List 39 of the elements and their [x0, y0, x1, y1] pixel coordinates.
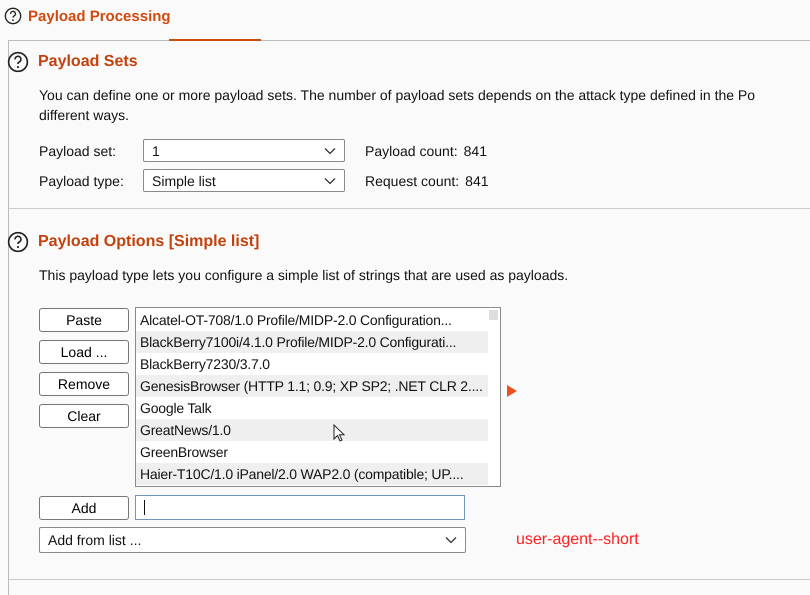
- payload-list-item[interactable]: Haier-T10C/1.0 iPanel/2.0 WAP2.0 (compatible; UP....: [136, 463, 488, 485]
- mouse-cursor-icon: [333, 424, 345, 442]
- payload-list-item[interactable]: BlackBerry7230/3.7.0: [136, 353, 488, 375]
- field-label: Payload count:: [365, 142, 458, 158]
- expand-arrow-icon[interactable]: [507, 385, 517, 397]
- field-label: Payload type:: [39, 172, 125, 188]
- section-title: Payload Sets: [38, 53, 138, 71]
- payload-list-item[interactable]: GreenBrowser: [136, 441, 488, 463]
- list-action-button[interactable]: Load ...: [39, 340, 129, 364]
- payload-type-dropdown[interactable]: Simple list: [143, 169, 345, 192]
- payload-list-item[interactable]: BlackBerry7100i/4.1.0 Profile/MIDP-2.0 Configurati...: [136, 331, 488, 353]
- add-button[interactable]: Add: [39, 496, 129, 520]
- chevron-down-icon: [445, 536, 457, 544]
- help-icon[interactable]: [7, 51, 29, 73]
- payload-set-dropdown[interactable]: 1: [143, 139, 345, 162]
- chevron-down-icon: [324, 146, 336, 154]
- section-title: Payload Options [Simple list]: [38, 233, 260, 251]
- list-action-button[interactable]: Remove: [39, 372, 129, 396]
- help-icon[interactable]: [7, 231, 29, 253]
- chevron-down-icon: [324, 176, 336, 184]
- description-text: different ways.: [39, 106, 130, 125]
- help-icon[interactable]: [4, 7, 22, 25]
- list-action-button[interactable]: Paste: [39, 308, 129, 332]
- annotation-text: user-agent--short: [516, 531, 639, 549]
- list-action-button[interactable]: Clear: [39, 404, 129, 428]
- field-label: Request count:: [365, 172, 460, 188]
- payload-list-item[interactable]: Google Talk: [136, 397, 488, 419]
- add-from-list-dropdown[interactable]: Add from list ...: [39, 527, 466, 553]
- payload-list-item[interactable]: GreatNews/1.0: [136, 419, 488, 441]
- add-item-input[interactable]: [135, 495, 465, 520]
- field-label: Payload set:: [39, 142, 118, 158]
- scrollbar-thumb[interactable]: [489, 310, 498, 320]
- payload-list-item[interactable]: Alcatel-OT-708/1.0 Profile/MIDP-2.0 Configuration...: [136, 309, 488, 331]
- description-text: You can define one or more payload sets. The number of payload sets depends on the attack type defined in the Po: [39, 86, 756, 105]
- payload-list-item[interactable]: GenesisBrowser (HTTP 1.1; 0.9; XP SP2; .NET CLR 2....: [136, 375, 488, 397]
- description-text: This payload type lets you configure a simple list of strings that are used as payloads.: [39, 266, 570, 285]
- overlay-title: Payload Processing: [28, 8, 171, 24]
- request-count-value: 841: [465, 172, 489, 188]
- payload-count-value: 841: [464, 142, 487, 158]
